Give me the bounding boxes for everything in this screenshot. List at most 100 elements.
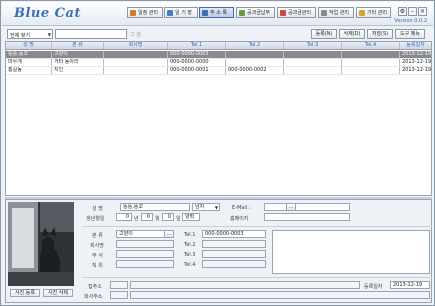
cell-company bbox=[104, 67, 168, 74]
tools-menu-button[interactable]: 도구 메뉴 bbox=[395, 29, 425, 39]
company-field[interactable] bbox=[116, 240, 174, 248]
year-unit: 년 bbox=[134, 216, 139, 222]
tab-diary[interactable]: 일 기 장 bbox=[164, 7, 198, 18]
close-button[interactable]: × bbox=[418, 7, 427, 16]
tab-bill-management[interactable]: 공과금관리 bbox=[277, 7, 316, 18]
settings-icon: ⚙ bbox=[399, 8, 406, 15]
tel2-field[interactable] bbox=[202, 240, 266, 248]
reg-date-select[interactable]: 2013-12-19 bbox=[390, 281, 430, 289]
tab-label: 일 기 장 bbox=[175, 10, 192, 16]
home-address-label: 집주소 bbox=[88, 284, 102, 290]
home-address-field[interactable] bbox=[130, 281, 360, 289]
column-header[interactable]: 성 명 bbox=[6, 42, 52, 49]
search-bar: 전체 찾기 ▼ 그 검 등록(N) 삭제(D) 저장(S) 도구 메뉴 bbox=[5, 28, 432, 39]
dept-field[interactable] bbox=[116, 250, 174, 258]
email-browse-button[interactable]: ... bbox=[286, 203, 296, 211]
column-header[interactable]: 회사명 bbox=[104, 42, 168, 49]
cell-tel1: 000-0000-0003 bbox=[168, 51, 226, 58]
divider bbox=[82, 226, 432, 227]
category-browse-button[interactable]: ... bbox=[164, 230, 174, 238]
column-header[interactable]: Tel.2 bbox=[226, 42, 284, 49]
column-header[interactable]: 분 류 bbox=[52, 42, 104, 49]
homepage-field[interactable] bbox=[264, 213, 350, 221]
divider bbox=[82, 277, 432, 278]
memo-textarea[interactable] bbox=[272, 230, 430, 274]
cell-name: 홍길동 bbox=[6, 67, 52, 74]
photo-delete-button[interactable]: 사진 삭제 bbox=[43, 289, 73, 297]
app-logo: Blue Cat bbox=[14, 6, 81, 21]
delete-button[interactable]: 삭제(D) bbox=[339, 29, 365, 39]
photo-add-button[interactable]: 사진 등록 bbox=[10, 289, 40, 297]
birth-month-field[interactable]: 0 bbox=[141, 213, 153, 221]
home-zip-field[interactable] bbox=[110, 281, 128, 289]
position-field[interactable] bbox=[116, 260, 174, 268]
cell-tel2 bbox=[226, 51, 284, 58]
table-row[interactable]: 홍길동 지인 000-0000-0001 000-0000-0002 2013-… bbox=[6, 67, 431, 75]
cell-category: 고양이 bbox=[52, 51, 104, 58]
addressbook-icon bbox=[202, 9, 208, 16]
gender-select[interactable]: 남자 ▼ bbox=[192, 203, 220, 211]
position-label: 직 위 bbox=[92, 263, 103, 269]
email-field[interactable] bbox=[264, 203, 350, 211]
tab-schedule[interactable]: 일정 관리 bbox=[127, 7, 163, 18]
cell-name: 마우개 bbox=[6, 59, 52, 66]
calendar-type-select[interactable]: 양력 bbox=[182, 213, 200, 221]
dept-label: 부 서 bbox=[92, 253, 103, 259]
tel4-field[interactable] bbox=[202, 260, 266, 268]
search-scope-select[interactable]: 전체 찾기 ▼ bbox=[7, 29, 53, 39]
cell-name: 뚱뚱,뚱꼬 bbox=[6, 51, 52, 58]
gender-value: 남자 bbox=[195, 204, 205, 210]
cell-date: 2013-12-19 bbox=[402, 59, 431, 65]
tab-label: 공과금납부 bbox=[247, 10, 271, 16]
contacts-table: 성 명 분 류 회사명 Tel.1 Tel.2 Tel.3 Tel.4 등록일자… bbox=[5, 41, 432, 196]
tab-etc[interactable]: 기타 관리 bbox=[356, 7, 391, 18]
birth-day-field[interactable]: 0 bbox=[162, 213, 174, 221]
minimize-button[interactable]: – bbox=[408, 7, 417, 16]
tab-label: 작업 관리 bbox=[329, 10, 349, 16]
birth-year-field[interactable]: 0 bbox=[116, 213, 132, 221]
tab-addressbook[interactable]: 주 소 록 bbox=[199, 7, 234, 18]
tab-task[interactable]: 작업 관리 bbox=[318, 7, 354, 18]
save-button[interactable]: 저장(S) bbox=[367, 29, 393, 39]
coin-icon bbox=[280, 9, 286, 16]
main-window: Blue Cat 일정 관리 일 기 장 주 소 록 공과금납부 공과금관리 작… bbox=[0, 0, 435, 306]
search-hint: 그 검 bbox=[130, 32, 141, 38]
cell-tel1: 000-0000-0000 bbox=[168, 59, 226, 66]
tab-label: 공과금관리 bbox=[288, 10, 312, 16]
cell-company bbox=[104, 51, 168, 58]
company-label: 회사명 bbox=[90, 243, 104, 249]
settings-button[interactable]: ⚙ bbox=[398, 7, 407, 16]
column-header[interactable]: Tel.3 bbox=[284, 42, 342, 49]
birth-label: 생년월일 bbox=[86, 216, 105, 222]
tab-label: 일정 관리 bbox=[138, 10, 158, 16]
table-row[interactable]: 마우개 거타 동아리 000-0000-0000 2013-12-19 bbox=[6, 59, 431, 67]
company-address-label: 회사주소 bbox=[84, 294, 103, 300]
tel3-field[interactable] bbox=[202, 250, 266, 258]
name-label: 성 명 bbox=[92, 206, 103, 212]
cell-tel1: 000-0000-0001 bbox=[168, 67, 226, 74]
column-header[interactable]: Tel.1 bbox=[168, 42, 226, 49]
cell-company bbox=[104, 59, 168, 66]
cat-photo-image bbox=[8, 202, 74, 286]
name-field[interactable]: 뚱뚱,뚱꼬 bbox=[120, 203, 190, 211]
table-header: 성 명 분 류 회사명 Tel.1 Tel.2 Tel.3 Tel.4 등록일자 bbox=[6, 42, 431, 50]
search-input[interactable] bbox=[55, 29, 127, 39]
tab-bill-payment[interactable]: 공과금납부 bbox=[236, 7, 275, 18]
tel2-label: Tel.2 bbox=[184, 242, 196, 248]
bill-icon bbox=[239, 9, 245, 16]
tel1-field[interactable]: 000-0000-0003 bbox=[202, 230, 266, 238]
company-address-field[interactable] bbox=[130, 291, 430, 299]
email-label: E-Mail : bbox=[232, 205, 251, 211]
chevron-down-icon: ▼ bbox=[47, 32, 51, 37]
table-row[interactable]: 뚱뚱,뚱꼬 고양이 000-0000-0003 2013-12-19 bbox=[6, 51, 431, 59]
cell-tel4 bbox=[342, 59, 400, 66]
tel4-label: Tel.4 bbox=[184, 262, 196, 268]
column-header[interactable]: 등록일자 bbox=[400, 42, 431, 49]
cell-date: 2013-12-19 bbox=[402, 67, 431, 73]
column-header[interactable]: Tel.4 bbox=[342, 42, 400, 49]
cell-category: 거타 동아리 bbox=[52, 59, 104, 66]
add-button[interactable]: 등록(N) bbox=[311, 29, 337, 39]
cell-tel3 bbox=[284, 51, 342, 58]
minimize-icon: – bbox=[411, 8, 414, 15]
company-zip-field[interactable] bbox=[110, 291, 128, 299]
